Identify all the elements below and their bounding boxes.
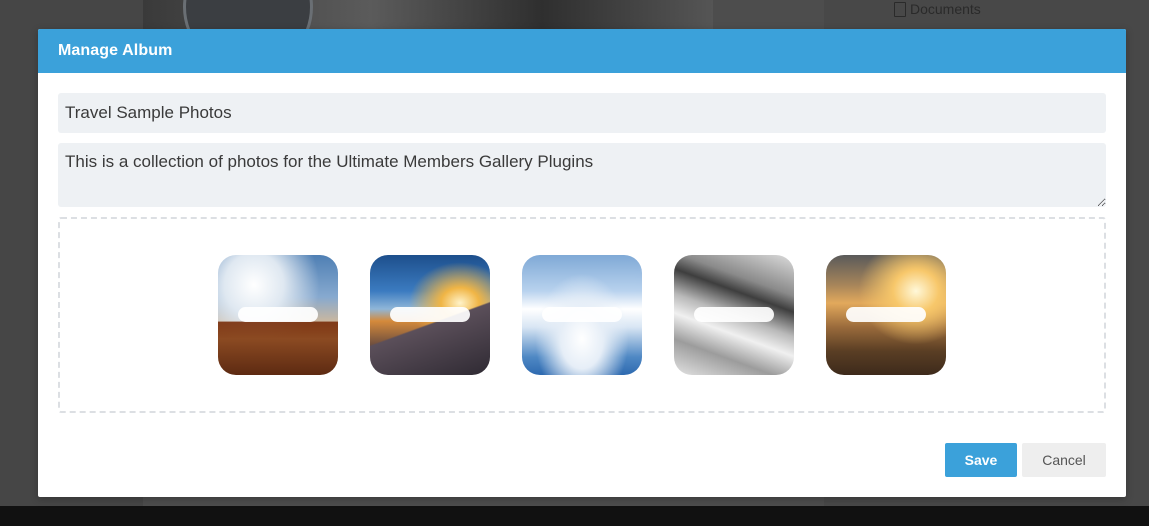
photo-thumbnail-canyon[interactable]	[218, 255, 338, 375]
album-description-textarea[interactable]: This is a collection of photos for the U…	[58, 143, 1106, 207]
background-footer-bar	[0, 506, 1149, 526]
modal-footer: Save Cancel	[945, 443, 1106, 477]
photo-caption-placeholder	[390, 307, 470, 322]
photo-thumbnail-road-sunset[interactable]	[370, 255, 490, 375]
photo-thumbnail-snow-rock[interactable]	[674, 255, 794, 375]
photo-thumbnail-clouds[interactable]	[522, 255, 642, 375]
save-button[interactable]: Save	[945, 443, 1017, 477]
photo-caption-placeholder	[694, 307, 774, 322]
photo-caption-placeholder	[542, 307, 622, 322]
modal-title: Manage Album	[58, 42, 173, 59]
cancel-button[interactable]: Cancel	[1022, 443, 1106, 477]
album-title-input[interactable]	[58, 93, 1106, 133]
sidebar-item-label: Documents	[910, 1, 981, 17]
document-icon	[894, 1, 906, 17]
modal-body: This is a collection of photos for the U…	[38, 73, 1126, 413]
modal-header: Manage Album	[38, 29, 1126, 73]
sidebar-item-documents: Documents	[894, 0, 981, 18]
photo-dropzone[interactable]	[58, 217, 1106, 413]
manage-album-modal: Manage Album This is a collection of pho…	[38, 29, 1126, 497]
photo-caption-placeholder	[846, 307, 926, 322]
photo-caption-placeholder	[238, 307, 318, 322]
photo-thumbnail-desert-road[interactable]	[826, 255, 946, 375]
